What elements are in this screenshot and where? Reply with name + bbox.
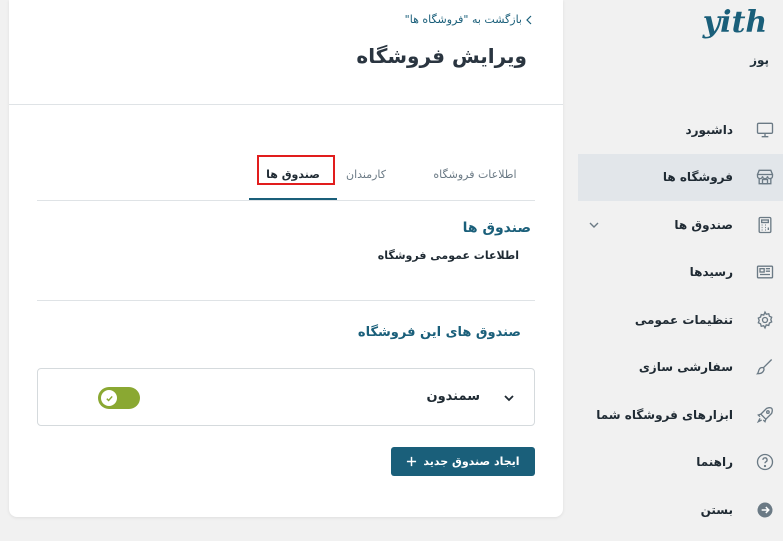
- main-card: بازگشت به "فروشگاه ها" ویرایش فروشگاه اط…: [9, 0, 563, 517]
- tab-bar: اطلاعات فروشگاه کارمندان صندوق ها: [37, 150, 535, 201]
- chevron-left-icon: [526, 15, 532, 24]
- sidebar-item-label: فروشگاه ها: [662, 170, 733, 185]
- section-divider: [37, 300, 535, 301]
- section-subtitle: اطلاعات عمومی فروشگاه: [377, 249, 519, 262]
- page-title: ویرایش فروشگاه: [356, 44, 527, 68]
- toggle-knob: [101, 390, 117, 406]
- plus-icon: [407, 456, 417, 467]
- help-icon: [756, 454, 774, 471]
- check-icon: [105, 395, 113, 402]
- tab-store-info[interactable]: اطلاعات فروشگاه: [425, 150, 525, 198]
- back-link-text: بازگشت به "فروشگاه ها": [404, 13, 522, 26]
- sidebar-item-label: بستن: [700, 502, 733, 517]
- highlight-box: [257, 155, 335, 185]
- sidebar-item-store-tools[interactable]: ابزارهای فروشگاه شما: [578, 391, 783, 439]
- sidebar-item-help[interactable]: راهنما: [578, 439, 783, 487]
- close-arrow-icon: [757, 502, 773, 518]
- sidebar-item-label: تنظیمات عمومی: [634, 312, 733, 327]
- header-divider: [9, 104, 563, 105]
- sidebar-item-label: صندوق ها: [674, 217, 733, 232]
- store-icon: [756, 169, 774, 185]
- sidebar-item-close[interactable]: بستن: [578, 486, 783, 534]
- chevron-down-icon[interactable]: [502, 391, 516, 405]
- calculator-icon: [758, 216, 772, 233]
- chevron-down-icon[interactable]: [588, 219, 600, 231]
- tab-staff[interactable]: کارمندان: [331, 150, 401, 198]
- section-title: صندوق ها: [462, 220, 531, 236]
- sidebar-item-label: رسیدها: [689, 265, 733, 280]
- register-enabled-toggle[interactable]: [98, 387, 140, 409]
- registers-section-title: صندوق های این فروشگاه: [357, 325, 521, 340]
- sidebar-item-label: سفارشی سازی: [638, 360, 733, 375]
- register-name: سمندون: [426, 389, 481, 404]
- sidebar-item-general-settings[interactable]: تنظیمات عمومی: [578, 296, 783, 344]
- rocket-icon: [756, 406, 773, 423]
- register-row[interactable]: سمندون: [37, 368, 535, 426]
- gear-icon: [757, 310, 773, 330]
- monitor-icon: [756, 122, 774, 138]
- sidebar: yith پوز داشبورد فروشگاه ها صندوق ها رسی…: [578, 0, 783, 541]
- brush-icon: [755, 359, 773, 375]
- sidebar-item-customization[interactable]: سفارشی سازی: [578, 344, 783, 392]
- add-register-button[interactable]: ایجاد صندوق جدید: [391, 447, 535, 476]
- sidebar-item-label: داشبورد: [685, 122, 733, 137]
- yith-logo: yith: [702, 5, 768, 40]
- sidebar-item-receipts[interactable]: رسیدها: [578, 249, 783, 297]
- sidebar-menu: داشبورد فروشگاه ها صندوق ها رسیدها تنظیم…: [578, 106, 783, 534]
- sidebar-item-label: ابزارهای فروشگاه شما: [596, 407, 733, 422]
- receipt-icon: [756, 265, 774, 279]
- sidebar-item-registers[interactable]: صندوق ها: [578, 201, 783, 249]
- app-name: پوز: [750, 53, 769, 67]
- sidebar-item-dashboard[interactable]: داشبورد: [578, 106, 783, 154]
- sidebar-item-label: راهنما: [696, 455, 733, 470]
- back-link[interactable]: بازگشت به "فروشگاه ها": [405, 13, 533, 26]
- sidebar-item-stores[interactable]: فروشگاه ها: [578, 153, 783, 201]
- logo-text: yith: [702, 5, 768, 40]
- add-register-label: ایجاد صندوق جدید: [423, 455, 520, 468]
